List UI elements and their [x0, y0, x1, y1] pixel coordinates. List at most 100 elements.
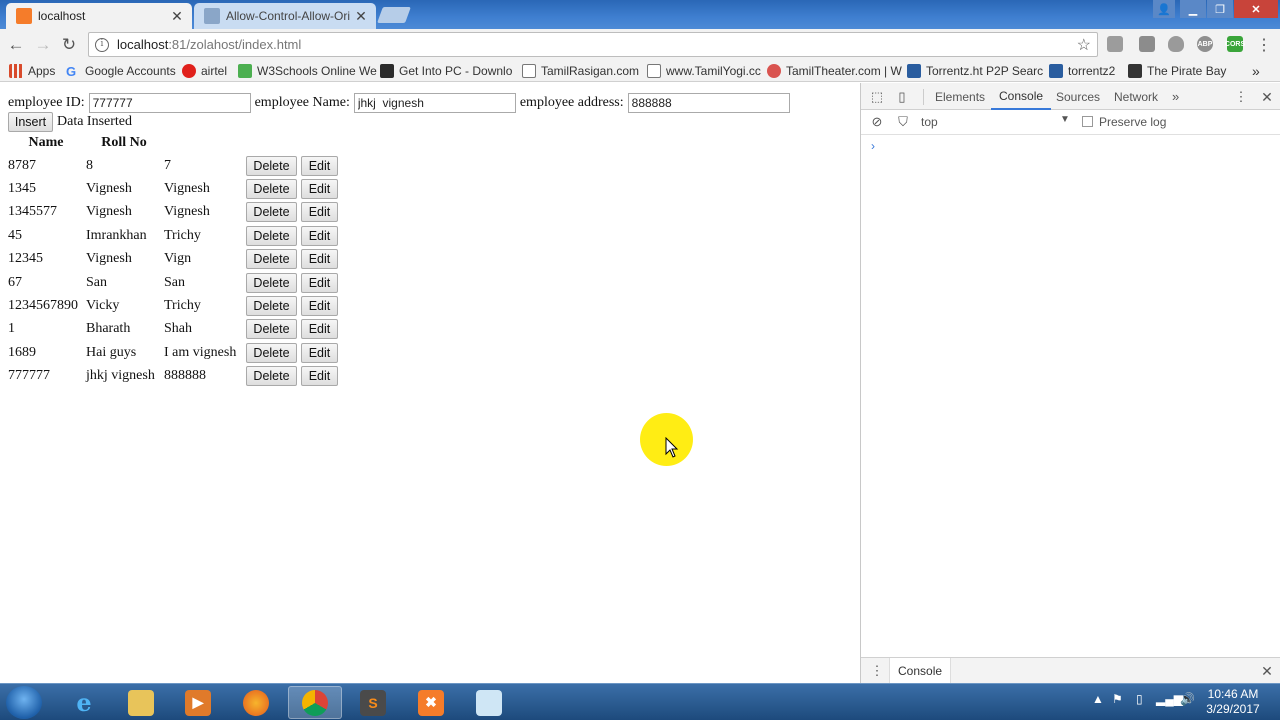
- extension-cube-icon[interactable]: [1107, 36, 1123, 52]
- edit-button[interactable]: Edit: [301, 155, 338, 176]
- system-clock[interactable]: 10:46 AM 3/29/2017: [1203, 687, 1263, 717]
- delete-button[interactable]: Delete: [246, 366, 297, 387]
- action-center-flag-icon[interactable]: ⚑: [1112, 692, 1123, 706]
- devtools-menu-icon[interactable]: ⋮: [1233, 89, 1249, 105]
- bookmark-star-icon[interactable]: ☆: [1077, 35, 1091, 55]
- table-row: 1234567890 Vicky Trichy Delete Edit: [8, 294, 338, 317]
- cell-actions: Delete Edit: [246, 341, 338, 364]
- taskbar-notepad[interactable]: [462, 686, 516, 719]
- employee-name-input[interactable]: [353, 93, 516, 113]
- bookmark-torrentz2[interactable]: torrentz2: [1049, 62, 1115, 80]
- bookmarks-overflow-button[interactable]: »: [1252, 62, 1260, 80]
- volume-icon[interactable]: 🔊: [1180, 692, 1195, 706]
- delete-button[interactable]: Delete: [246, 202, 297, 223]
- bookmark-piratebay[interactable]: The Pirate Bay: [1128, 62, 1226, 80]
- delete-button[interactable]: Delete: [246, 225, 297, 246]
- taskbar-firefox[interactable]: [229, 686, 283, 719]
- taskbar-sublime-text[interactable]: S: [346, 686, 400, 719]
- maximize-button[interactable]: ❐: [1207, 0, 1233, 18]
- bookmark-tamilyogi[interactable]: www.TamilYogi.cc: [647, 62, 761, 80]
- tab-localhost[interactable]: localhost ✕: [6, 3, 192, 29]
- edit-button[interactable]: Edit: [301, 179, 338, 200]
- edit-button[interactable]: Edit: [301, 342, 338, 363]
- bookmark-tamilrasigan[interactable]: TamilRasigan.com: [522, 62, 639, 80]
- bookmark-w3schools[interactable]: W3Schools Online We: [238, 62, 377, 80]
- delete-button[interactable]: Delete: [246, 155, 297, 176]
- devtools-more-tabs-button[interactable]: »: [1172, 83, 1179, 110]
- start-button[interactable]: [6, 686, 42, 719]
- delete-button[interactable]: Delete: [246, 319, 297, 340]
- edit-button[interactable]: Edit: [301, 296, 338, 317]
- delete-button[interactable]: Delete: [246, 249, 297, 270]
- console-prompt[interactable]: ›: [871, 139, 875, 153]
- show-hidden-icons-arrow[interactable]: ▲: [1092, 692, 1104, 706]
- taskbar-xampp[interactable]: ✖: [404, 686, 458, 719]
- taskbar-chrome[interactable]: [288, 686, 342, 719]
- column-header-empty: [164, 132, 244, 154]
- delete-button[interactable]: Delete: [246, 272, 297, 293]
- devtools-tab-console[interactable]: Console: [991, 83, 1052, 110]
- drawer-close-icon[interactable]: ✕: [1259, 663, 1275, 679]
- extension-shield-icon[interactable]: [1168, 36, 1184, 52]
- devtools-close-icon[interactable]: ✕: [1259, 89, 1275, 105]
- devtools-tab-sources[interactable]: Sources: [1056, 83, 1100, 110]
- tab-close-icon[interactable]: ✕: [354, 8, 368, 25]
- drawer-tab-console[interactable]: Console: [889, 658, 952, 684]
- site-info-icon[interactable]: i: [95, 37, 109, 52]
- employee-id-input[interactable]: [88, 93, 251, 113]
- edit-button[interactable]: Edit: [301, 319, 338, 340]
- bookmark-getintopc[interactable]: Get Into PC - Downlo: [380, 62, 512, 80]
- insert-button[interactable]: Insert: [8, 112, 53, 132]
- cell-id: 1689: [8, 344, 36, 360]
- bookmark-google-accounts[interactable]: G Google Accounts: [66, 62, 176, 80]
- tab-close-icon[interactable]: ✕: [170, 8, 184, 25]
- cors-extension-icon[interactable]: CORS: [1225, 36, 1245, 52]
- cell-address: Vignesh: [164, 204, 210, 220]
- taskbar-media-player[interactable]: ▶: [171, 686, 225, 719]
- bookmark-airtel[interactable]: airtel: [182, 62, 227, 80]
- taskbar-internet-explorer[interactable]: e: [57, 686, 111, 719]
- edit-button[interactable]: Edit: [301, 249, 338, 270]
- cell-actions: Delete Edit: [246, 271, 338, 294]
- window-close-button[interactable]: ✕: [1234, 0, 1278, 18]
- context-dropdown-arrow-icon[interactable]: ▼: [1060, 114, 1070, 125]
- context-selector[interactable]: top: [921, 115, 938, 129]
- device-toolbar-icon[interactable]: ▯: [894, 89, 910, 105]
- edit-button[interactable]: Edit: [301, 202, 338, 223]
- delete-button[interactable]: Delete: [246, 296, 297, 317]
- cell-name: Hai guys: [86, 344, 137, 360]
- tab-allow-control[interactable]: Allow-Control-Allow-Ori ✕: [194, 3, 376, 29]
- user-profile-icon[interactable]: 👤: [1153, 0, 1175, 18]
- employee-address-input[interactable]: [627, 93, 790, 113]
- bookmark-tamiltheater[interactable]: TamilTheater.com | W: [767, 62, 902, 80]
- notepad-icon: [476, 689, 502, 716]
- back-arrow-icon[interactable]: ←: [5, 34, 27, 56]
- battery-icon[interactable]: ▯: [1136, 692, 1143, 706]
- minimize-button[interactable]: ▁: [1180, 0, 1206, 18]
- edit-button[interactable]: Edit: [301, 272, 338, 293]
- inspect-element-icon[interactable]: ⬚: [869, 89, 885, 105]
- taskbar-file-explorer[interactable]: [114, 686, 168, 719]
- table-row: 45 Imrankhan Trichy Delete Edit: [8, 224, 338, 247]
- extension-doc-icon[interactable]: [1139, 36, 1155, 52]
- filter-icon[interactable]: ⛉: [895, 114, 911, 130]
- address-bar[interactable]: i localhost:81/zolahost/index.html ☆: [88, 32, 1098, 57]
- edit-button[interactable]: Edit: [301, 366, 338, 387]
- devtools-tab-elements[interactable]: Elements: [935, 83, 985, 110]
- chrome-menu-icon[interactable]: ⋮: [1253, 34, 1275, 56]
- delete-button[interactable]: Delete: [246, 179, 297, 200]
- drawer-menu-icon[interactable]: ⋮: [869, 663, 885, 679]
- bookmark-apps[interactable]: Apps: [9, 62, 55, 80]
- bookmark-torrentz[interactable]: Torrentz.ht P2P Searc: [907, 62, 1043, 80]
- edit-button[interactable]: Edit: [301, 225, 338, 246]
- adblock-icon[interactable]: ABP: [1197, 36, 1213, 52]
- reload-icon[interactable]: ↻: [58, 34, 80, 56]
- network-signal-icon[interactable]: ▂▄▆: [1156, 692, 1183, 706]
- forward-arrow-icon[interactable]: →: [32, 34, 54, 56]
- delete-button[interactable]: Delete: [246, 342, 297, 363]
- new-tab-button[interactable]: [377, 7, 411, 23]
- preserve-log-checkbox[interactable]: [1082, 116, 1093, 127]
- cell-name: Vignesh: [86, 181, 132, 197]
- clear-console-icon[interactable]: ⊘: [869, 114, 885, 130]
- devtools-tab-network[interactable]: Network: [1114, 83, 1158, 110]
